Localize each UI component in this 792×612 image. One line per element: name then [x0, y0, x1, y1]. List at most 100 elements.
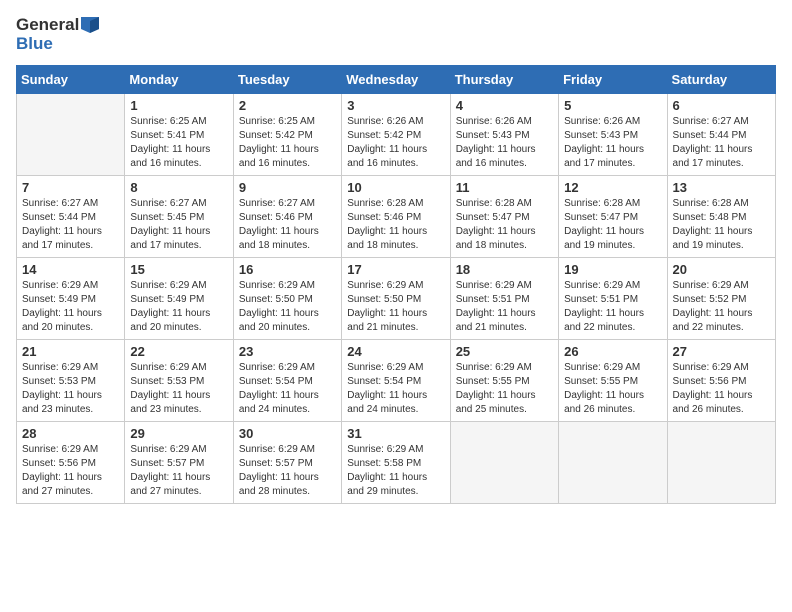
day-number: 13 [673, 180, 770, 195]
day-cell: 26 Sunrise: 6:29 AMSunset: 5:55 PMDayligh… [559, 340, 667, 422]
day-cell: 28 Sunrise: 6:29 AMSunset: 5:56 PMDayligh… [17, 422, 125, 504]
header-row: SundayMondayTuesdayWednesdayThursdayFrid… [17, 66, 776, 94]
day-number: 28 [22, 426, 119, 441]
day-number: 8 [130, 180, 227, 195]
day-number: 21 [22, 344, 119, 359]
col-header-tuesday: Tuesday [233, 66, 341, 94]
calendar-table: SundayMondayTuesdayWednesdayThursdayFrid… [16, 65, 776, 504]
day-cell: 30 Sunrise: 6:29 AMSunset: 5:57 PMDayligh… [233, 422, 341, 504]
day-info: Sunrise: 6:28 AMSunset: 5:46 PMDaylight:… [347, 197, 444, 253]
day-info: Sunrise: 6:29 AMSunset: 5:54 PMDaylight:… [347, 361, 444, 417]
day-info: Sunrise: 6:29 AMSunset: 5:51 PMDaylight:… [564, 279, 661, 335]
day-number: 1 [130, 98, 227, 113]
logo-arrow-icon [81, 17, 99, 33]
day-cell: 14 Sunrise: 6:29 AMSunset: 5:49 PMDayligh… [17, 258, 125, 340]
day-cell: 20 Sunrise: 6:29 AMSunset: 5:52 PMDayligh… [667, 258, 775, 340]
day-number: 30 [239, 426, 336, 441]
day-number: 22 [130, 344, 227, 359]
day-info: Sunrise: 6:29 AMSunset: 5:55 PMDaylight:… [564, 361, 661, 417]
day-number: 10 [347, 180, 444, 195]
col-header-monday: Monday [125, 66, 233, 94]
day-cell: 4Sunrise: 6:26 AMSunset: 5:43 PMDaylight… [450, 94, 558, 176]
day-info: Sunrise: 6:29 AMSunset: 5:50 PMDaylight:… [347, 279, 444, 335]
day-info: Sunrise: 6:29 AMSunset: 5:58 PMDaylight:… [347, 443, 444, 499]
day-number: 12 [564, 180, 661, 195]
day-info: Sunrise: 6:26 AMSunset: 5:43 PMDaylight:… [564, 115, 661, 171]
day-info: Sunrise: 6:29 AMSunset: 5:57 PMDaylight:… [130, 443, 227, 499]
day-number: 14 [22, 262, 119, 277]
day-number: 15 [130, 262, 227, 277]
col-header-sunday: Sunday [17, 66, 125, 94]
day-cell: 31 Sunrise: 6:29 AMSunset: 5:58 PMDayligh… [342, 422, 450, 504]
day-number: 20 [673, 262, 770, 277]
day-cell: 8Sunrise: 6:27 AMSunset: 5:45 PMDaylight… [125, 176, 233, 258]
day-info: Sunrise: 6:28 AMSunset: 5:47 PMDaylight:… [456, 197, 553, 253]
day-cell: 7 Sunrise: 6:27 AMSunset: 5:44 PMDaylight… [17, 176, 125, 258]
col-header-thursday: Thursday [450, 66, 558, 94]
day-number: 23 [239, 344, 336, 359]
day-cell: 21Sunrise: 6:29 AMSunset: 5:53 PMDayligh… [17, 340, 125, 422]
day-cell: 19Sunrise: 6:29 AMSunset: 5:51 PMDayligh… [559, 258, 667, 340]
day-info: Sunrise: 6:29 AMSunset: 5:52 PMDaylight:… [673, 279, 770, 335]
day-cell: 27Sunrise: 6:29 AMSunset: 5:56 PMDayligh… [667, 340, 775, 422]
day-cell: 29 Sunrise: 6:29 AMSunset: 5:57 PMDayligh… [125, 422, 233, 504]
col-header-wednesday: Wednesday [342, 66, 450, 94]
day-info: Sunrise: 6:27 AMSunset: 5:46 PMDaylight:… [239, 197, 336, 253]
day-info: Sunrise: 6:28 AMSunset: 5:48 PMDaylight:… [673, 197, 770, 253]
day-info: Sunrise: 6:29 AMSunset: 5:56 PMDaylight:… [22, 443, 119, 499]
day-number: 11 [456, 180, 553, 195]
day-info: Sunrise: 6:29 AMSunset: 5:53 PMDaylight:… [130, 361, 227, 417]
day-info: Sunrise: 6:29 AMSunset: 5:49 PMDaylight:… [22, 279, 119, 335]
logo: General Blue [16, 16, 99, 53]
day-number: 27 [673, 344, 770, 359]
day-cell: 16Sunrise: 6:29 AMSunset: 5:50 PMDayligh… [233, 258, 341, 340]
week-row-3: 14 Sunrise: 6:29 AMSunset: 5:49 PMDayligh… [17, 258, 776, 340]
week-row-4: 21 Sunrise: 6:29 AMSunset: 5:53 PMDayligh… [17, 340, 776, 422]
logo-general-text: General [16, 16, 79, 35]
day-cell: 13 Sunrise: 6:28 AMSunset: 5:48 PMDayligh… [667, 176, 775, 258]
day-cell: 18 Sunrise: 6:29 AMSunset: 5:51 PMDayligh… [450, 258, 558, 340]
day-number: 31 [347, 426, 444, 441]
day-info: Sunrise: 6:29 AMSunset: 5:51 PMDaylight:… [456, 279, 553, 335]
day-number: 2 [239, 98, 336, 113]
day-cell: 3 Sunrise: 6:26 AMSunset: 5:42 PMDaylight… [342, 94, 450, 176]
day-number: 17 [347, 262, 444, 277]
day-info: Sunrise: 6:28 AMSunset: 5:47 PMDaylight:… [564, 197, 661, 253]
day-info: Sunrise: 6:26 AMSunset: 5:42 PMDaylight:… [347, 115, 444, 171]
day-info: Sunrise: 6:29 AMSunset: 5:54 PMDaylight:… [239, 361, 336, 417]
col-header-friday: Friday [559, 66, 667, 94]
day-number: 3 [347, 98, 444, 113]
week-row-1: 1 Sunrise: 6:25 AMSunset: 5:41 PMDaylight… [17, 94, 776, 176]
day-number: 29 [130, 426, 227, 441]
day-cell: 15 Sunrise: 6:29 AMSunset: 5:49 PMDayligh… [125, 258, 233, 340]
day-cell: 5 Sunrise: 6:26 AMSunset: 5:43 PMDaylight… [559, 94, 667, 176]
day-number: 16 [239, 262, 336, 277]
day-info: Sunrise: 6:29 AMSunset: 5:49 PMDaylight:… [130, 279, 227, 335]
day-number: 26 [564, 344, 661, 359]
day-number: 24 [347, 344, 444, 359]
day-info: Sunrise: 6:26 AMSunset: 5:43 PMDaylight:… [456, 115, 553, 171]
day-info: Sunrise: 6:29 AMSunset: 5:57 PMDaylight:… [239, 443, 336, 499]
day-number: 7 [22, 180, 119, 195]
col-header-saturday: Saturday [667, 66, 775, 94]
day-number: 25 [456, 344, 553, 359]
day-cell: 25Sunrise: 6:29 AMSunset: 5:55 PMDayligh… [450, 340, 558, 422]
day-cell: 23 Sunrise: 6:29 AMSunset: 5:54 PMDayligh… [233, 340, 341, 422]
week-row-5: 28 Sunrise: 6:29 AMSunset: 5:56 PMDayligh… [17, 422, 776, 504]
day-number: 18 [456, 262, 553, 277]
day-cell: 24 Sunrise: 6:29 AMSunset: 5:54 PMDayligh… [342, 340, 450, 422]
week-row-2: 7 Sunrise: 6:27 AMSunset: 5:44 PMDaylight… [17, 176, 776, 258]
day-cell: 22 Sunrise: 6:29 AMSunset: 5:53 PMDayligh… [125, 340, 233, 422]
day-cell: 12 Sunrise: 6:28 AMSunset: 5:47 PMDayligh… [559, 176, 667, 258]
day-cell: 11 Sunrise: 6:28 AMSunset: 5:47 PMDayligh… [450, 176, 558, 258]
day-cell: 10 Sunrise: 6:28 AMSunset: 5:46 PMDayligh… [342, 176, 450, 258]
day-cell: 9Sunrise: 6:27 AMSunset: 5:46 PMDaylight… [233, 176, 341, 258]
day-info: Sunrise: 6:25 AMSunset: 5:41 PMDaylight:… [130, 115, 227, 171]
day-info: Sunrise: 6:27 AMSunset: 5:44 PMDaylight:… [673, 115, 770, 171]
day-cell [667, 422, 775, 504]
day-number: 5 [564, 98, 661, 113]
logo-blue-text: Blue [16, 35, 99, 54]
page-header: General Blue [16, 16, 776, 53]
day-info: Sunrise: 6:27 AMSunset: 5:44 PMDaylight:… [22, 197, 119, 253]
day-info: Sunrise: 6:25 AMSunset: 5:42 PMDaylight:… [239, 115, 336, 171]
